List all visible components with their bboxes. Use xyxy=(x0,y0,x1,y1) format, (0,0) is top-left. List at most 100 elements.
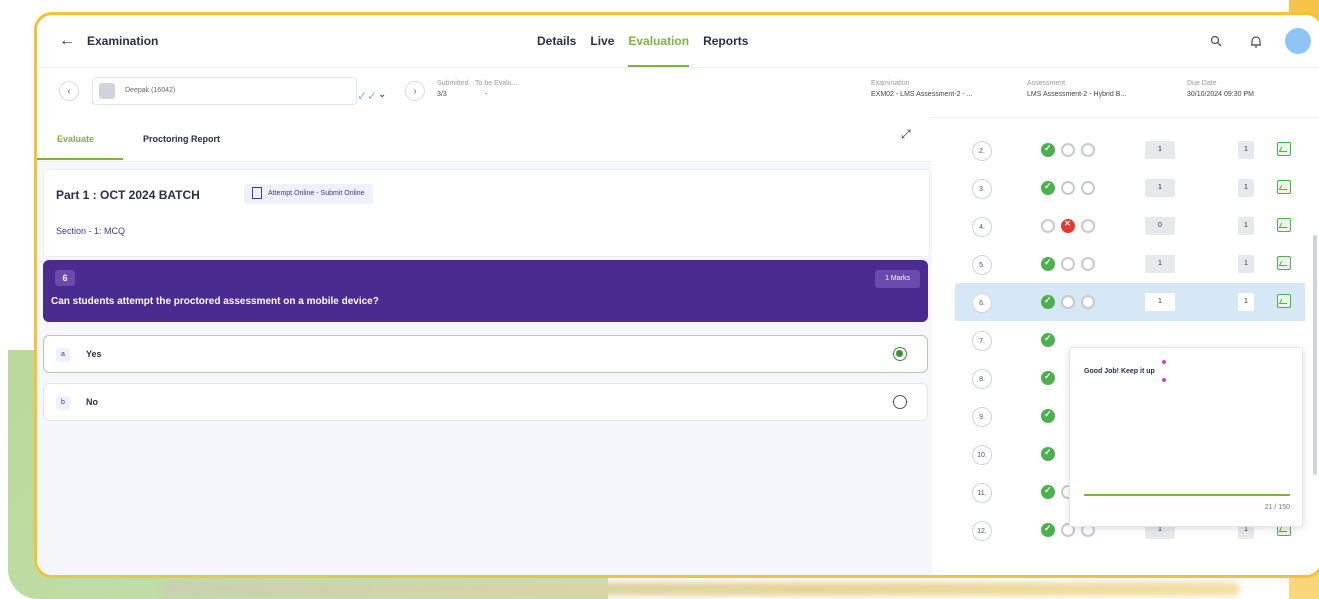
neutral-icon[interactable] xyxy=(1081,143,1095,157)
neutral-icon[interactable] xyxy=(1061,295,1075,309)
to-be-evaluated-value: - xyxy=(485,91,488,98)
neutral-icon[interactable] xyxy=(1081,257,1095,271)
option-a[interactable]: a Yes xyxy=(43,335,928,373)
correct-icon[interactable] xyxy=(1041,371,1055,385)
neutral-icon[interactable] xyxy=(1041,219,1055,233)
option-label: Yes xyxy=(86,349,102,359)
correct-icon[interactable] xyxy=(1041,257,1055,271)
question-number-badge[interactable]: 4. xyxy=(972,217,992,237)
comment-input-underline xyxy=(1084,494,1290,496)
due-date-value: 30/10/2024 09:30 PM xyxy=(1187,91,1254,98)
scrollbar[interactable] xyxy=(1313,235,1317,475)
tab-evaluate[interactable]: Evaluate xyxy=(57,134,94,144)
correct-icon[interactable] xyxy=(1041,447,1055,461)
question-number-badge[interactable]: 6. xyxy=(972,293,992,313)
assessment-value: LMS Assessment-2 - Hybrid B... xyxy=(1027,91,1127,98)
option-letter: b xyxy=(56,396,70,410)
question-number-badge[interactable]: 2. xyxy=(972,141,992,161)
comment-char-count: 21 / 150 xyxy=(1264,504,1290,511)
awarded-score-input[interactable]: 1 xyxy=(1145,141,1175,159)
score-row[interactable]: 6.11 xyxy=(955,283,1305,321)
question-text: Can students attempt the proctored asses… xyxy=(51,296,379,307)
user-avatar[interactable] xyxy=(1285,28,1311,54)
cursor-marker xyxy=(1162,360,1166,364)
examination-label: Examination xyxy=(871,80,910,87)
tab-evaluation[interactable]: Evaluation xyxy=(628,15,689,67)
background-shadow xyxy=(160,582,1240,596)
student-avatar xyxy=(99,83,115,99)
awarded-score-input[interactable]: 0 xyxy=(1145,217,1175,235)
comment-icon[interactable] xyxy=(1277,180,1291,194)
radio-unselected-icon[interactable] xyxy=(893,395,907,409)
wrong-icon[interactable] xyxy=(1061,219,1075,233)
student-name: Deepak (16042) xyxy=(125,87,176,94)
chevron-down-icon[interactable]: ⌄ xyxy=(378,89,386,100)
option-label: No xyxy=(86,397,98,407)
correct-icon[interactable] xyxy=(1041,333,1055,347)
question-number-badge[interactable]: 9. xyxy=(972,407,992,427)
neutral-icon[interactable] xyxy=(1061,257,1075,271)
score-row[interactable]: 2.11 xyxy=(955,131,1305,169)
neutral-icon[interactable] xyxy=(1061,181,1075,195)
question-number-badge[interactable]: 3. xyxy=(972,179,992,199)
option-letter: a xyxy=(56,348,70,362)
bell-icon[interactable] xyxy=(1245,30,1267,52)
max-score: 1 xyxy=(1238,179,1254,197)
to-be-evaluated-label: To be Evalu... xyxy=(475,80,518,87)
question-card: 6 1 Marks Can students attempt the proct… xyxy=(43,260,928,322)
double-check-icon: ✓✓ xyxy=(357,89,378,103)
awarded-score-input[interactable]: 1 xyxy=(1145,255,1175,273)
top-header: ← Examination Details Live Evaluation Re… xyxy=(37,15,1319,68)
examination-value: EXM02 - LMS Assessment-2 - ... xyxy=(871,91,973,98)
tab-details[interactable]: Details xyxy=(537,15,576,67)
awarded-score-input[interactable]: 1 xyxy=(1145,179,1175,197)
correct-icon[interactable] xyxy=(1041,523,1055,537)
neutral-icon[interactable] xyxy=(1061,143,1075,157)
tab-live[interactable]: Live xyxy=(590,15,614,67)
correct-icon[interactable] xyxy=(1041,409,1055,423)
question-number-badge[interactable]: 10. xyxy=(972,445,992,465)
next-student-button[interactable]: › xyxy=(405,81,425,101)
active-tab-underline xyxy=(37,158,123,160)
comment-text[interactable]: Good Job! Keep it up xyxy=(1084,368,1155,375)
attempt-mode-badge: Attempt Online - Submit Online xyxy=(244,184,373,204)
prev-student-button[interactable]: ‹ xyxy=(59,81,79,101)
option-b[interactable]: b No xyxy=(43,383,928,421)
main-tabs: Details Live Evaluation Reports xyxy=(537,15,748,67)
max-score: 1 xyxy=(1238,293,1254,311)
correct-icon[interactable] xyxy=(1041,181,1055,195)
question-marks-badge: 1 Marks xyxy=(875,270,920,288)
radio-selected-icon[interactable] xyxy=(893,347,907,361)
correct-icon[interactable] xyxy=(1041,485,1055,499)
tab-reports[interactable]: Reports xyxy=(703,15,748,67)
comment-icon[interactable] xyxy=(1277,218,1291,232)
tab-proctoring-report[interactable]: Proctoring Report xyxy=(143,134,220,144)
score-row[interactable]: 4.01 xyxy=(955,207,1305,245)
comment-icon[interactable] xyxy=(1277,256,1291,270)
question-number-badge[interactable]: 7. xyxy=(972,331,992,351)
attempt-mode-text: Attempt Online - Submit Online xyxy=(268,190,365,197)
score-row[interactable]: 5.11 xyxy=(955,245,1305,283)
neutral-icon[interactable] xyxy=(1081,219,1095,233)
question-number-badge[interactable]: 12. xyxy=(972,521,992,541)
comment-popup: Good Job! Keep it up 21 / 150 xyxy=(1069,347,1303,527)
comment-icon[interactable] xyxy=(1277,142,1291,156)
back-arrow-icon[interactable]: ← xyxy=(59,32,75,50)
due-date-label: Due Date xyxy=(1187,80,1217,87)
neutral-icon[interactable] xyxy=(1081,295,1095,309)
score-row[interactable]: 3.11 xyxy=(955,169,1305,207)
awarded-score-input[interactable]: 1 xyxy=(1145,293,1175,311)
comment-icon[interactable] xyxy=(1277,294,1291,308)
correct-icon[interactable] xyxy=(1041,143,1055,157)
search-icon[interactable] xyxy=(1205,30,1227,52)
submitted-value: 3/3 xyxy=(437,91,447,98)
question-number-badge[interactable]: 5. xyxy=(972,255,992,275)
question-number-badge[interactable]: 8. xyxy=(972,369,992,389)
expand-icon[interactable]: ⤢ xyxy=(901,127,911,142)
question-number: 6 xyxy=(55,270,75,286)
student-selector[interactable]: Deepak (16042) xyxy=(92,77,357,105)
question-number-badge[interactable]: 11. xyxy=(972,483,992,503)
correct-icon[interactable] xyxy=(1041,295,1055,309)
neutral-icon[interactable] xyxy=(1081,181,1095,195)
assessment-label: Assessment xyxy=(1027,80,1066,87)
